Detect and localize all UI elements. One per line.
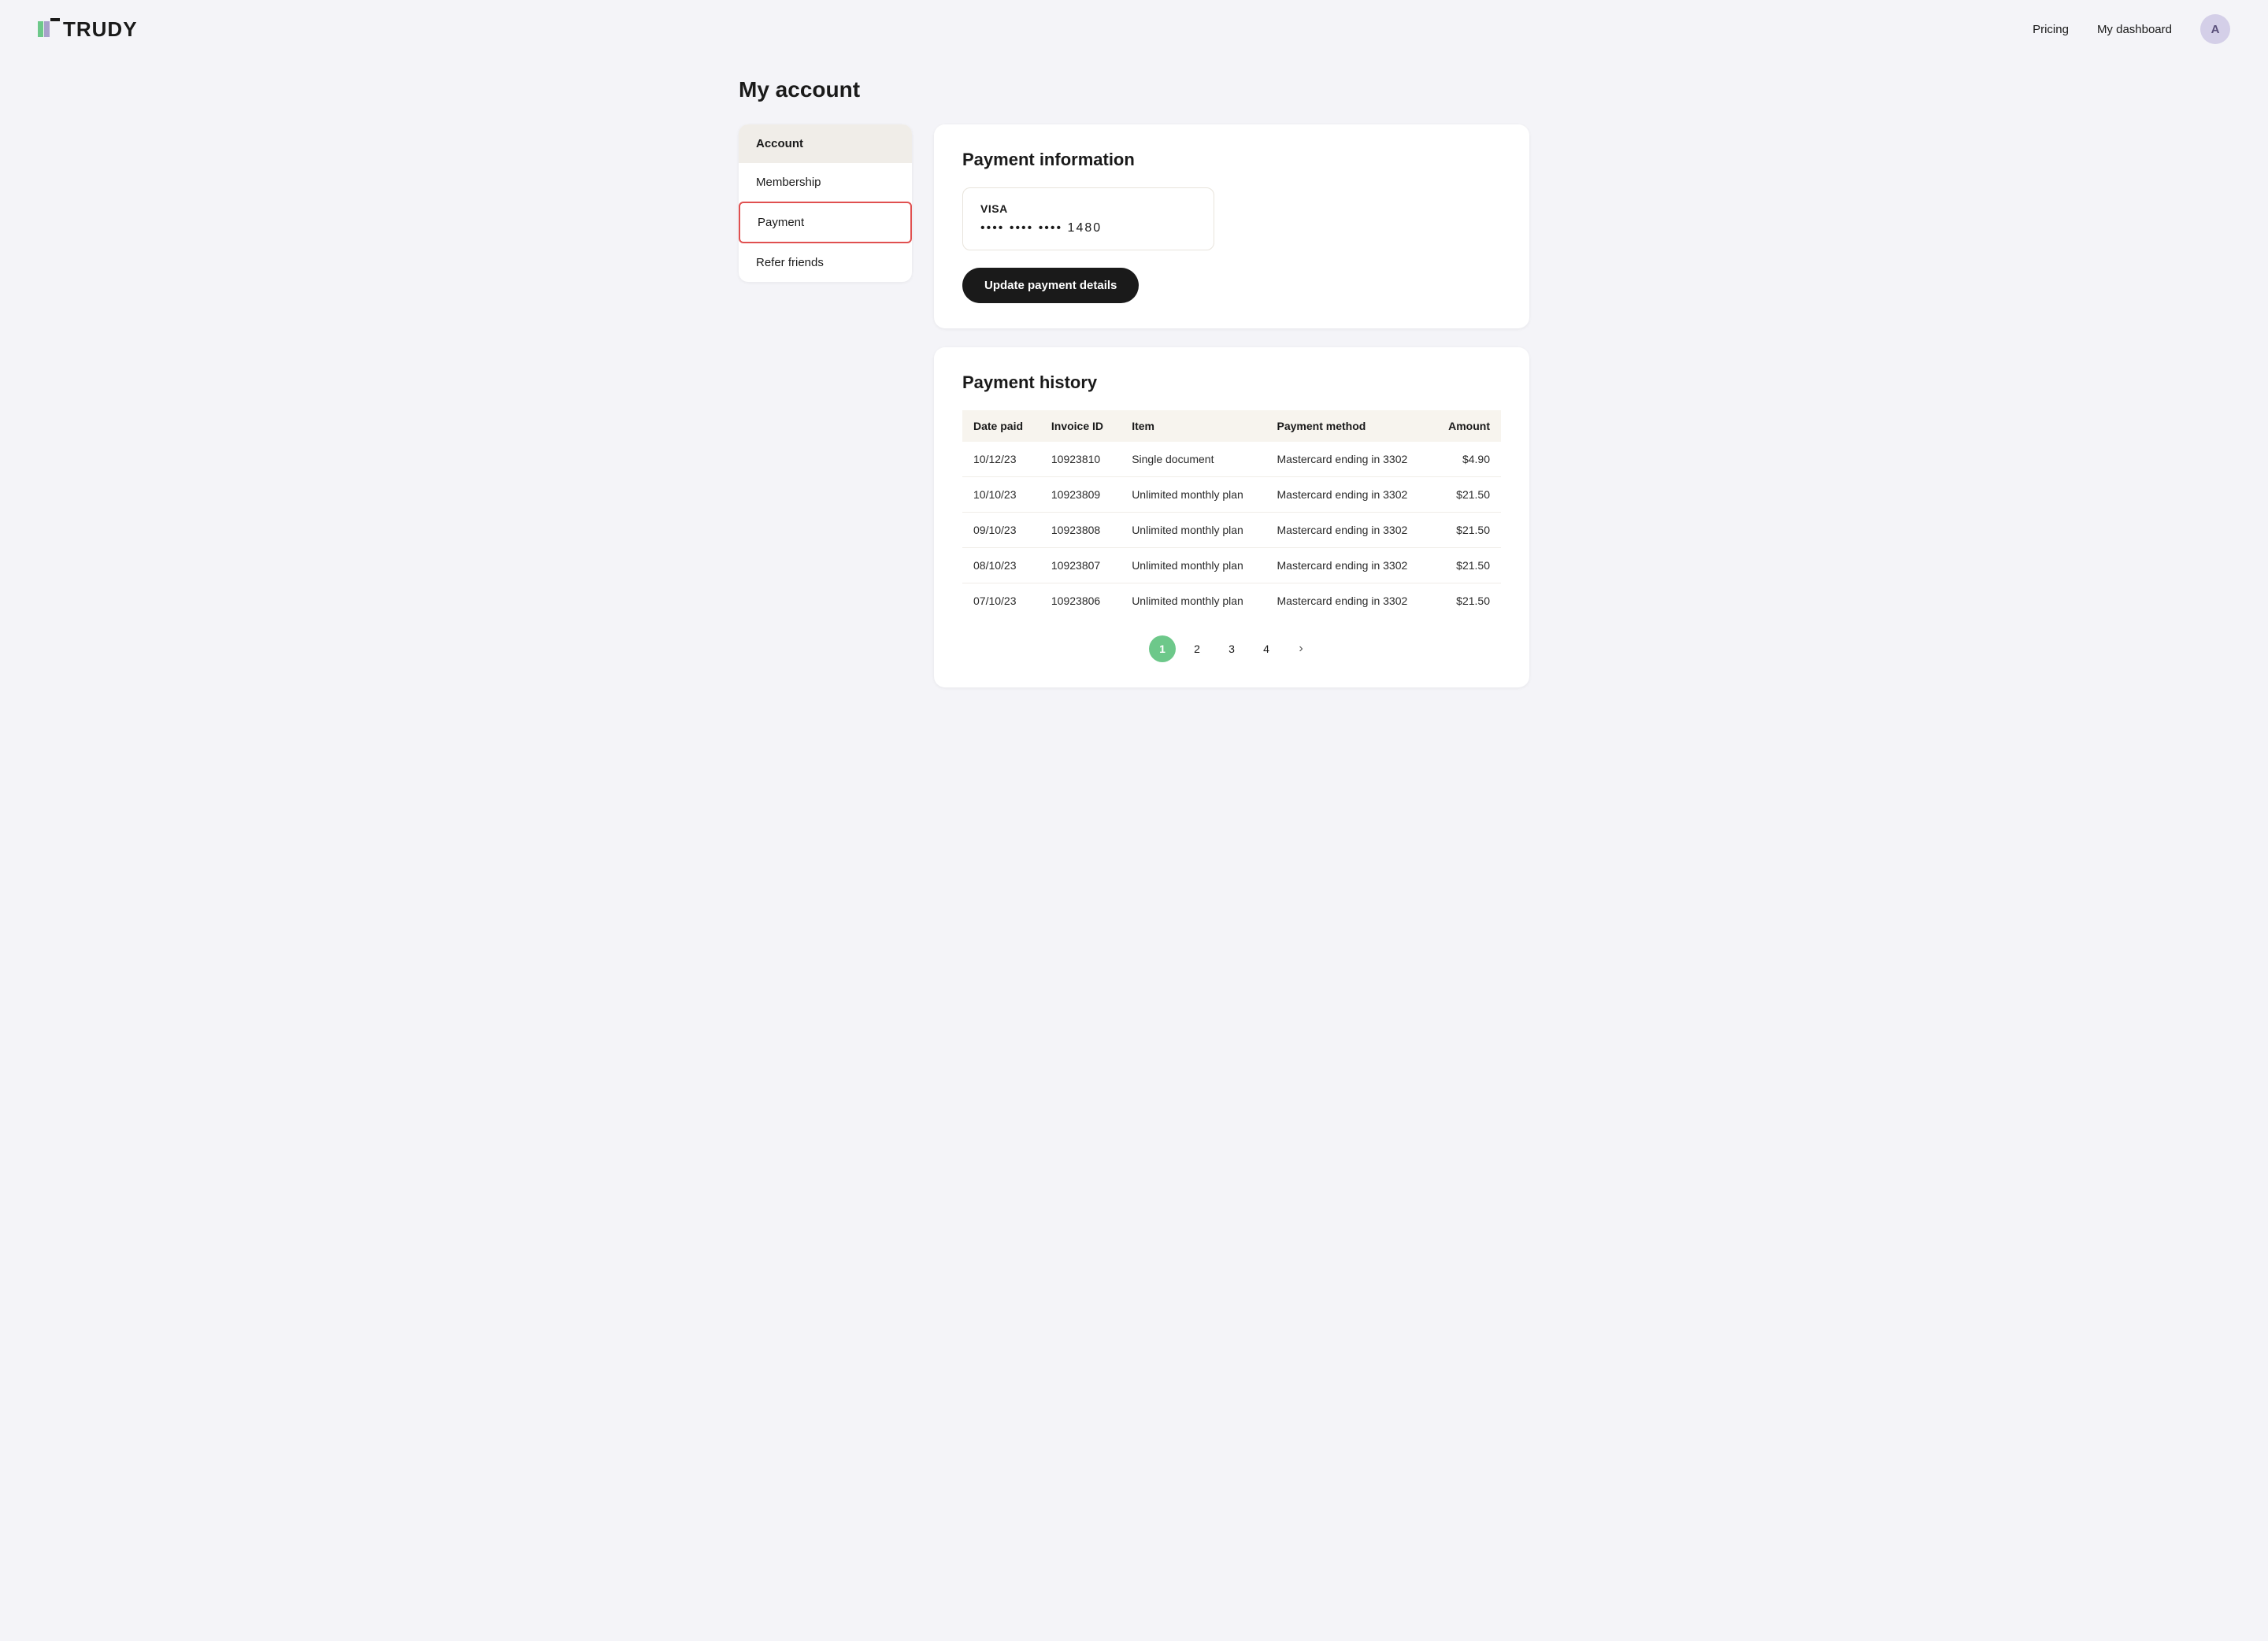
cell-date: 09/10/23 bbox=[962, 513, 1040, 548]
cell-invoice: 10923808 bbox=[1040, 513, 1121, 548]
payment-history-title: Payment history bbox=[962, 372, 1501, 393]
page-4-button[interactable]: 4 bbox=[1253, 635, 1280, 662]
visa-card: VISA •••• •••• •••• 1480 bbox=[962, 187, 1214, 250]
update-payment-button[interactable]: Update payment details bbox=[962, 268, 1139, 303]
page-2-button[interactable]: 2 bbox=[1184, 635, 1210, 662]
pagination: 1 2 3 4 › bbox=[962, 635, 1501, 662]
cell-invoice: 10923806 bbox=[1040, 583, 1121, 619]
cell-method: Mastercard ending in 3302 bbox=[1266, 548, 1432, 583]
avatar[interactable]: A bbox=[2200, 14, 2230, 44]
cell-item: Unlimited monthly plan bbox=[1121, 583, 1266, 619]
cell-amount: $21.50 bbox=[1432, 548, 1501, 583]
payment-history-card: Payment history Date paid Invoice ID Ite… bbox=[934, 347, 1529, 687]
sidebar: Account Membership Payment Refer friends bbox=[739, 124, 912, 282]
dashboard-link[interactable]: My dashboard bbox=[2097, 23, 2172, 36]
payment-history-table: Date paid Invoice ID Item Payment method… bbox=[962, 410, 1501, 618]
page-container: My account Account Membership Payment Re… bbox=[701, 58, 1567, 725]
cell-method: Mastercard ending in 3302 bbox=[1266, 477, 1432, 513]
page-1-button[interactable]: 1 bbox=[1149, 635, 1176, 662]
cell-invoice: 10923810 bbox=[1040, 442, 1121, 477]
cell-date: 10/10/23 bbox=[962, 477, 1040, 513]
cell-item: Unlimited monthly plan bbox=[1121, 477, 1266, 513]
sidebar-item-account[interactable]: Account bbox=[739, 124, 912, 163]
header: TRUDY Pricing My dashboard A bbox=[0, 0, 2268, 58]
cell-date: 07/10/23 bbox=[962, 583, 1040, 619]
visa-number: •••• •••• •••• 1480 bbox=[980, 221, 1196, 235]
cell-amount: $21.50 bbox=[1432, 477, 1501, 513]
cell-item: Unlimited monthly plan bbox=[1121, 548, 1266, 583]
cell-date: 10/12/23 bbox=[962, 442, 1040, 477]
sidebar-item-refer-friends[interactable]: Refer friends bbox=[739, 243, 912, 282]
page-next-button[interactable]: › bbox=[1288, 635, 1314, 662]
cell-method: Mastercard ending in 3302 bbox=[1266, 442, 1432, 477]
cell-invoice: 10923807 bbox=[1040, 548, 1121, 583]
col-method: Payment method bbox=[1266, 410, 1432, 442]
table-row: 10/12/2310923810Single documentMastercar… bbox=[962, 442, 1501, 477]
logo[interactable]: TRUDY bbox=[38, 17, 138, 42]
sidebar-item-membership[interactable]: Membership bbox=[739, 163, 912, 202]
payment-info-title: Payment information bbox=[962, 150, 1501, 170]
col-invoice: Invoice ID bbox=[1040, 410, 1121, 442]
cell-amount: $21.50 bbox=[1432, 513, 1501, 548]
table-row: 08/10/2310923807Unlimited monthly planMa… bbox=[962, 548, 1501, 583]
page-title: My account bbox=[739, 77, 1529, 102]
cell-method: Mastercard ending in 3302 bbox=[1266, 513, 1432, 548]
table-row: 09/10/2310923808Unlimited monthly planMa… bbox=[962, 513, 1501, 548]
sidebar-item-payment[interactable]: Payment bbox=[739, 202, 912, 243]
cell-method: Mastercard ending in 3302 bbox=[1266, 583, 1432, 619]
cell-amount: $21.50 bbox=[1432, 583, 1501, 619]
page-3-button[interactable]: 3 bbox=[1218, 635, 1245, 662]
visa-brand: VISA bbox=[980, 202, 1196, 215]
cell-date: 08/10/23 bbox=[962, 548, 1040, 583]
col-amount: Amount bbox=[1432, 410, 1501, 442]
cell-invoice: 10923809 bbox=[1040, 477, 1121, 513]
main-content: Payment information VISA •••• •••• •••• … bbox=[934, 124, 1529, 687]
table-row: 07/10/2310923806Unlimited monthly planMa… bbox=[962, 583, 1501, 619]
payment-info-card: Payment information VISA •••• •••• •••• … bbox=[934, 124, 1529, 328]
cell-item: Single document bbox=[1121, 442, 1266, 477]
table-header-row: Date paid Invoice ID Item Payment method… bbox=[962, 410, 1501, 442]
pricing-link[interactable]: Pricing bbox=[2033, 23, 2069, 36]
cell-item: Unlimited monthly plan bbox=[1121, 513, 1266, 548]
cell-amount: $4.90 bbox=[1432, 442, 1501, 477]
table-row: 10/10/2310923809Unlimited monthly planMa… bbox=[962, 477, 1501, 513]
nav: Pricing My dashboard A bbox=[2033, 14, 2230, 44]
col-item: Item bbox=[1121, 410, 1266, 442]
content-layout: Account Membership Payment Refer friends… bbox=[739, 124, 1529, 687]
col-date: Date paid bbox=[962, 410, 1040, 442]
logo-text: TRUDY bbox=[63, 17, 138, 42]
